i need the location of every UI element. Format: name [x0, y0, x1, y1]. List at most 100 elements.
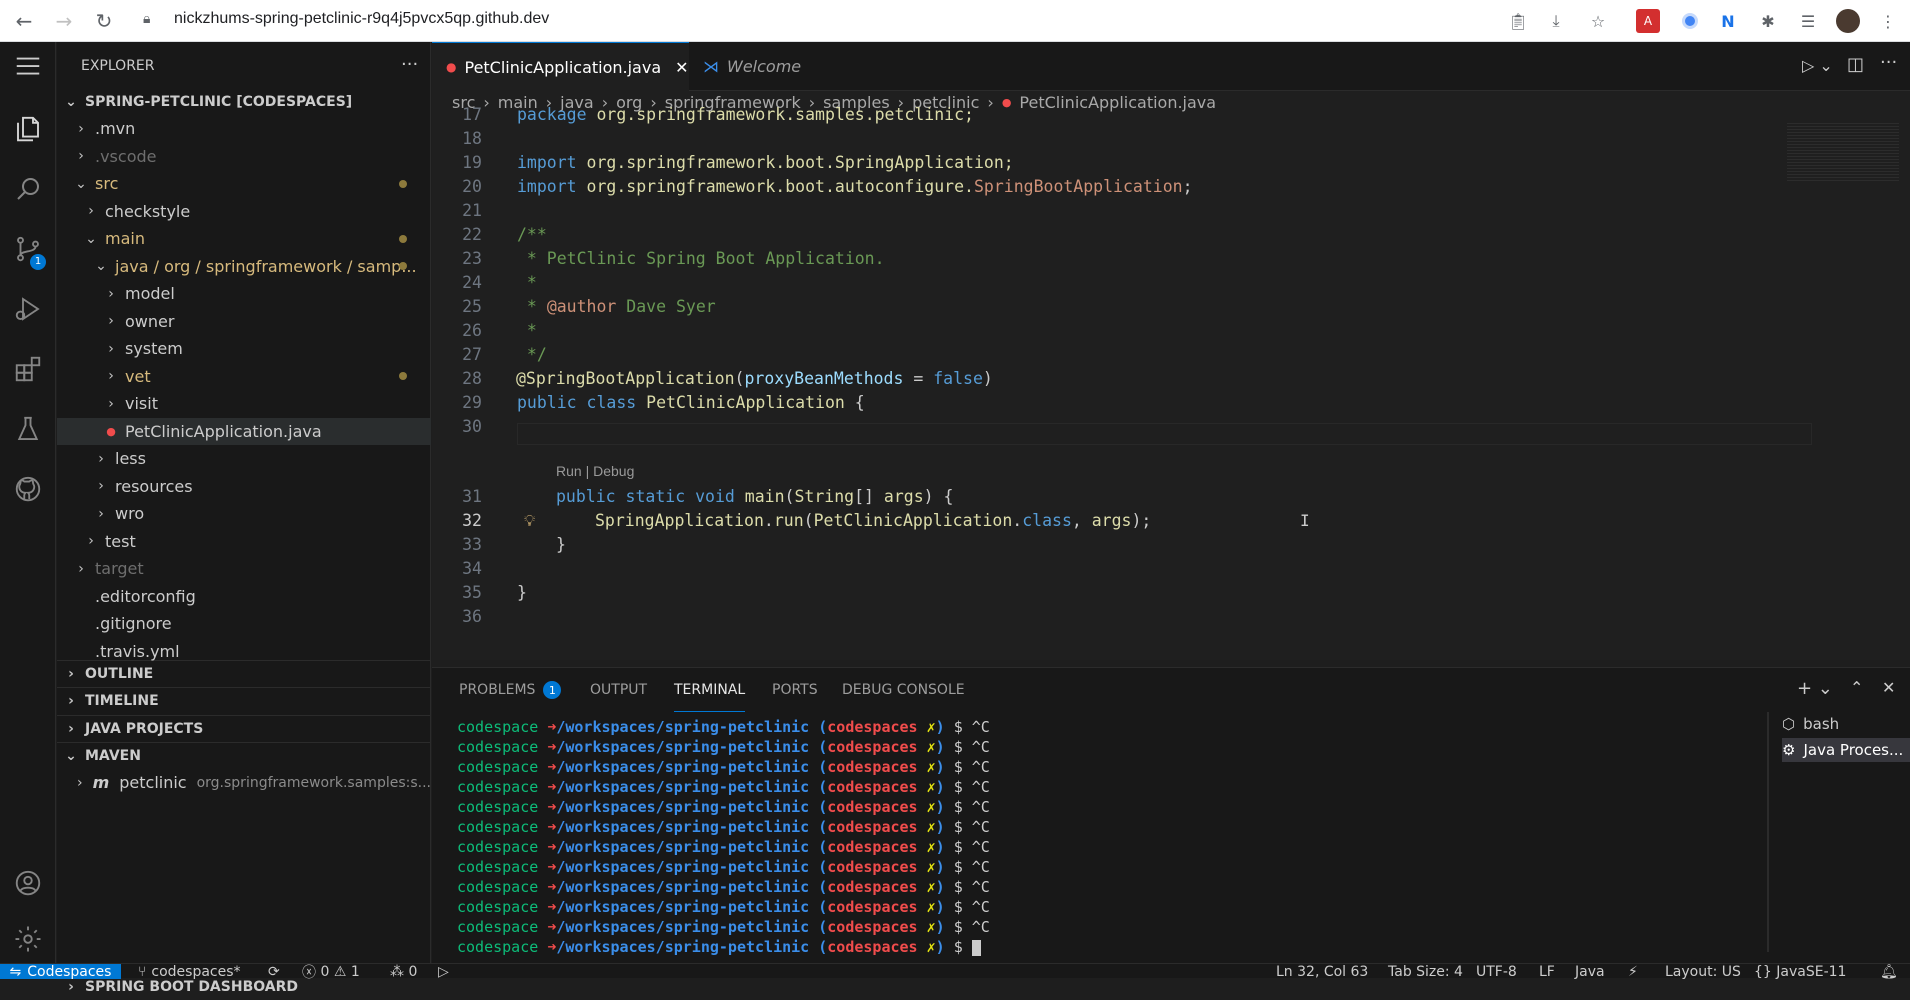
record-extension-icon[interactable] — [1678, 9, 1702, 33]
tree-item[interactable]: .gitignore — [57, 610, 431, 637]
avatar[interactable] — [1836, 9, 1860, 33]
tree-item[interactable]: › test — [57, 528, 431, 555]
tab-list-icon[interactable]: ☰ — [1796, 9, 1820, 33]
tree-item[interactable]: ⌄ java / org / springframework / samp... — [57, 253, 431, 280]
tab-debug-console[interactable]: DEBUG CONSOLE — [842, 668, 965, 712]
tree-item[interactable]: › resources — [57, 473, 431, 500]
lightbulb-icon[interactable]: 💡︎ — [524, 511, 535, 531]
encoding[interactable]: UTF-8 — [1476, 964, 1517, 980]
n-extension-icon[interactable]: N — [1716, 9, 1740, 33]
terminal-line: codespace ➜/workspaces/spring-petclinic … — [457, 798, 990, 816]
tab-terminal[interactable]: TERMINAL — [674, 668, 746, 712]
tree-item[interactable]: › .mvn — [57, 115, 431, 142]
back-icon[interactable]: ← — [10, 7, 38, 35]
remote-indicator[interactable]: ⇋ Codespaces — [0, 964, 121, 980]
tab-ports[interactable]: PORTS — [772, 668, 818, 712]
chevron-icon: ⌄ — [75, 175, 87, 192]
settings-gear-icon[interactable] — [0, 910, 56, 968]
account-icon[interactable] — [0, 854, 56, 912]
timeline-section[interactable]: › TIMELINE — [57, 687, 431, 714]
tree-item[interactable]: .editorconfig — [57, 583, 431, 610]
keyboard-layout[interactable]: Layout: US — [1665, 964, 1741, 980]
search-icon[interactable] — [0, 160, 56, 218]
kebab-menu-icon[interactable]: ⋮ — [1876, 9, 1900, 33]
github-icon[interactable] — [0, 460, 56, 518]
maven-project-item[interactable]: › m petclinic org.springframework.sample… — [57, 769, 431, 796]
branch-indicator[interactable]: ⑂ codespaces* — [138, 964, 241, 980]
source-control-icon[interactable]: 1 — [0, 220, 56, 278]
puzzle-icon[interactable]: ✱ — [1756, 9, 1780, 33]
tree-item[interactable]: .travis.yml — [57, 638, 431, 665]
testing-icon[interactable] — [0, 400, 56, 458]
terminal-icon: ⬡ — [1782, 715, 1796, 733]
line-number: 29 — [462, 393, 482, 412]
tab-size[interactable]: Tab Size: 4 — [1388, 964, 1463, 980]
code-line-32: SpringApplication.run(PetClinicApplicati… — [595, 511, 1152, 530]
run-icon[interactable]: ▷ ⌄ — [1802, 56, 1833, 75]
bookmark-star-icon[interactable]: ☆ — [1586, 9, 1610, 33]
maximize-panel-icon[interactable]: ⌃ — [1850, 678, 1863, 697]
line-number: 26 — [462, 321, 482, 340]
tree-item[interactable]: ● PetClinicApplication.java — [57, 417, 431, 445]
tab-petclinic-application[interactable]: ● PetClinicApplication.java ✕ — [432, 42, 689, 91]
tree-item[interactable]: › owner — [57, 308, 431, 335]
pdf-extension-icon[interactable]: A — [1636, 9, 1660, 33]
tree-item[interactable]: › less — [57, 445, 431, 472]
tab-problems[interactable]: PROBLEMS 1 — [459, 668, 562, 712]
run-debug-icon[interactable] — [0, 280, 56, 338]
terminal-bash[interactable]: ⬡ bash — [1782, 712, 1910, 736]
tree-item[interactable]: › target — [57, 555, 431, 582]
java-projects-section[interactable]: › JAVA PROJECTS — [57, 715, 431, 742]
modified-dot — [399, 179, 407, 188]
end-of-line[interactable]: LF — [1539, 964, 1555, 980]
tab-welcome[interactable]: ⋊ Welcome — [689, 42, 834, 91]
tree-item[interactable]: › wro — [57, 500, 431, 527]
cursor-position[interactable]: Ln 32, Col 63 — [1276, 964, 1368, 980]
explorer-icon[interactable] — [0, 100, 56, 158]
code-editor[interactable]: package org.springframework.samples.petc… — [432, 105, 1910, 660]
tree-item[interactable]: › model — [57, 280, 431, 307]
tree-item[interactable]: › visit — [57, 390, 431, 417]
explorer-root-folder[interactable]: ⌄ SPRING-PETCLINIC [CODESPACES] — [57, 88, 431, 115]
notifications-icon[interactable]: 🔔︎ — [1880, 964, 1898, 980]
clipboard-icon[interactable]: 📋︎ — [1506, 9, 1530, 33]
tree-item-label: src — [95, 174, 119, 193]
launch-icon[interactable]: ▷ — [438, 964, 449, 980]
codelens-run-debug[interactable]: Run | Debug — [556, 463, 634, 479]
tree-item[interactable]: ⌄ main — [57, 225, 431, 252]
tree-item[interactable]: › .vscode — [57, 143, 431, 170]
forward-icon[interactable]: → — [50, 7, 78, 35]
jdk-version[interactable]: {} JavaSE-11 — [1754, 964, 1846, 980]
tree-item-label: .editorconfig — [95, 586, 196, 606]
minimap[interactable] — [1787, 121, 1899, 181]
sidebar-title: EXPLORER — [81, 58, 155, 74]
install-icon[interactable]: ⤓ — [1544, 9, 1568, 33]
terminal-java-process[interactable]: ⚙ Java Proces... — [1782, 738, 1910, 762]
reload-icon[interactable]: ↻ — [90, 7, 118, 35]
menu-icon[interactable] — [0, 42, 56, 90]
maven-section[interactable]: ⌄ MAVEN — [57, 742, 431, 769]
ports-indicator[interactable]: ⁂ 0 — [390, 964, 417, 980]
extensions-icon[interactable] — [0, 340, 56, 398]
split-editor-icon[interactable]: ◫ — [1847, 54, 1864, 75]
close-tab-icon[interactable]: ✕ — [675, 58, 688, 77]
tree-item[interactable]: › system — [57, 335, 431, 362]
new-terminal-icon[interactable]: + ⌄ — [1797, 678, 1833, 699]
tab-output[interactable]: OUTPUT — [590, 668, 647, 712]
tree-item[interactable]: ⌄ src — [57, 170, 431, 197]
more-editor-actions-icon[interactable]: ··· — [1880, 52, 1897, 73]
chevron-icon: › — [78, 560, 84, 577]
more-actions-icon[interactable]: ··· — [401, 54, 418, 75]
line-number: 17 — [462, 105, 482, 124]
tree-item[interactable]: › vet — [57, 363, 431, 390]
tree-item[interactable]: › checkstyle — [57, 198, 431, 225]
chevron-icon: › — [98, 505, 104, 522]
language-mode[interactable]: Java — [1575, 964, 1605, 980]
close-panel-icon[interactable]: ✕ — [1882, 678, 1895, 697]
problems-indicator[interactable]: ⓧ 0 ⚠ 1 — [302, 964, 360, 981]
breadcrumb-item[interactable]: PetClinicApplication.java — [1019, 93, 1216, 112]
chevron-icon: › — [108, 313, 114, 329]
code-line-29: public class PetClinicApplication { — [517, 393, 865, 412]
sync-icon[interactable]: ⟳ — [268, 964, 280, 980]
format-icon[interactable]: ⚡︎ — [1628, 964, 1638, 980]
